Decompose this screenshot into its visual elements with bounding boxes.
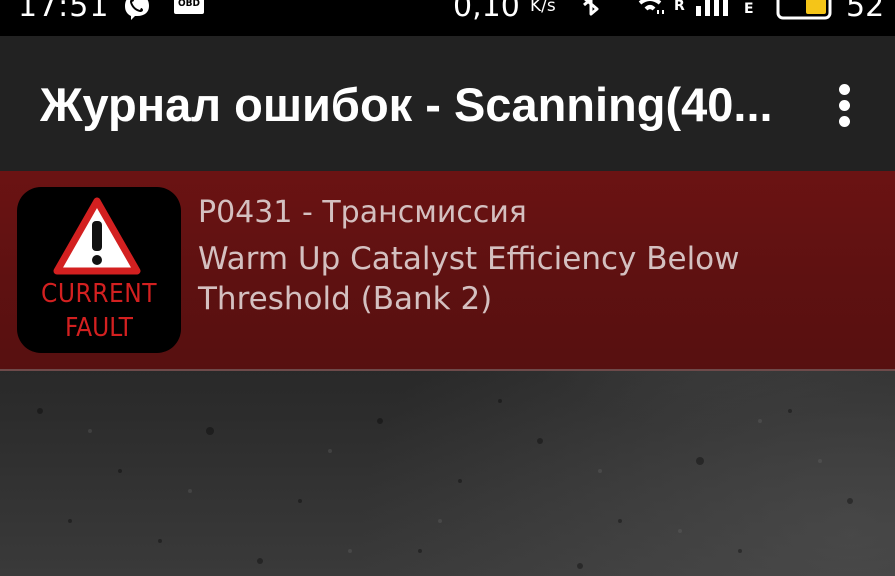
network-speed-value: 0,10 xyxy=(453,0,520,24)
status-bar: 17:51 OBD 0,10 K/s R E 52 xyxy=(0,0,895,36)
bluetooth-icon xyxy=(583,0,599,16)
more-vert-icon-dot xyxy=(839,116,850,127)
fault-list-item[interactable]: CURRENT FAULT P0431 - Трансмиссия Warm U… xyxy=(0,171,895,371)
obd-icon: OBD xyxy=(174,0,204,14)
battery-level: 52 xyxy=(846,0,885,24)
fault-description-line-1: Warm Up Catalyst Efficiency Below xyxy=(198,241,740,277)
fault-code: P0431 - Трансмиссия xyxy=(198,195,527,230)
fault-icon-label-current: CURRENT xyxy=(40,279,158,309)
fault-list: CURRENT FAULT P0431 - Трансмиссия Warm U… xyxy=(0,171,895,576)
wifi-icon xyxy=(638,0,664,14)
current-fault-icon: CURRENT FAULT xyxy=(17,187,181,353)
status-time: 17:51 xyxy=(18,0,110,24)
fault-description-line-2: Threshold (Bank 2) xyxy=(198,281,493,317)
signal-icon xyxy=(696,0,728,16)
roaming-marker: R xyxy=(674,0,685,14)
viber-icon xyxy=(125,0,149,20)
battery-icon xyxy=(776,0,832,20)
network-speed-unit: K/s xyxy=(530,0,556,16)
more-vert-icon xyxy=(839,84,850,95)
fault-icon-label-fault: FAULT xyxy=(65,313,133,343)
more-vert-icon-dot xyxy=(839,100,850,111)
more-options-button[interactable] xyxy=(825,76,865,136)
warning-triangle-icon xyxy=(53,197,141,275)
app-bar: Журнал ошибок - Scanning(40... xyxy=(0,36,895,171)
network-type: E xyxy=(744,1,754,17)
page-title: Журнал ошибок - Scanning(40... xyxy=(40,78,773,131)
